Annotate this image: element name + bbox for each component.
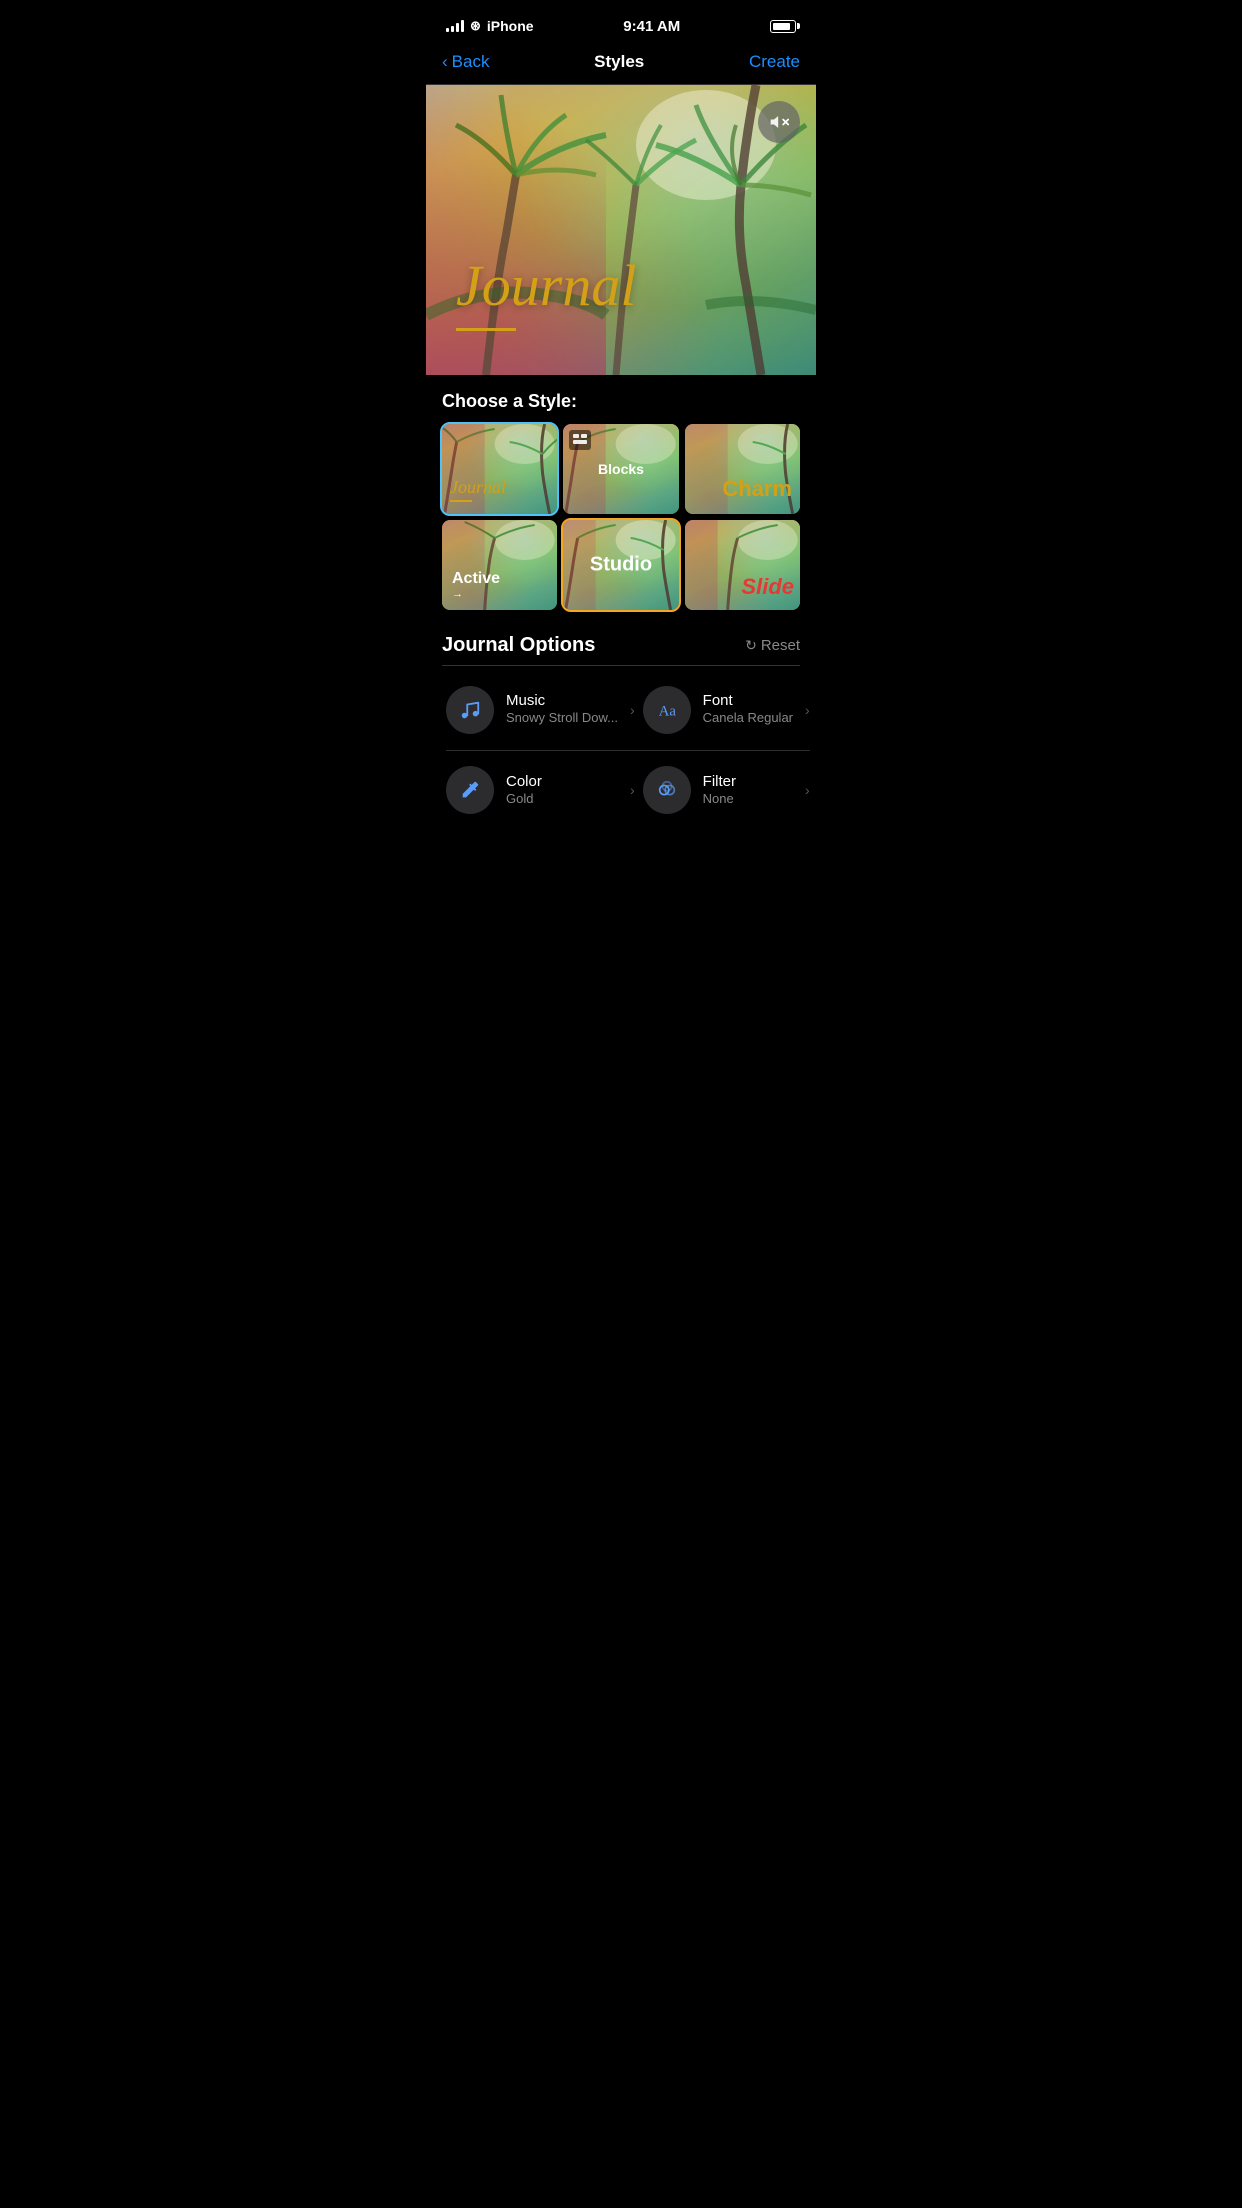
status-time: 9:41 AM — [623, 18, 680, 35]
option-filter[interactable]: Filter None › — [639, 750, 814, 830]
font-chevron-icon: › — [805, 702, 810, 718]
preview-title: Journal — [456, 257, 636, 315]
font-label: Font — [703, 692, 793, 710]
font-option-text: Font Canela Regular — [703, 692, 793, 727]
filter-label: Filter — [703, 773, 793, 791]
style-journal-line — [450, 500, 472, 502]
reset-icon: ↻ — [745, 637, 757, 654]
option-font[interactable]: Aa Font Canela Regular › — [639, 670, 814, 750]
status-bar: ⊛ iPhone 9:41 AM — [426, 0, 816, 44]
color-label: Color — [506, 773, 618, 791]
options-divider — [442, 665, 800, 666]
status-left: ⊛ iPhone — [446, 18, 534, 34]
color-option-text: Color Gold — [506, 773, 618, 808]
style-charm-label: Charm — [722, 476, 792, 502]
color-chevron-icon: › — [630, 782, 635, 798]
battery-icon — [770, 20, 796, 33]
music-value: Snowy Stroll Dow... — [506, 710, 618, 727]
option-color[interactable]: Color Gold › — [442, 750, 639, 830]
music-icon-circle — [446, 686, 494, 734]
style-journal-label: Journal — [450, 478, 506, 496]
options-header: Journal Options ↻ Reset — [442, 634, 800, 657]
create-button[interactable]: Create — [749, 52, 800, 72]
status-right — [770, 20, 796, 33]
filter-icon-circle — [643, 766, 691, 814]
font-icon-circle: Aa — [643, 686, 691, 734]
nav-title: Styles — [594, 52, 644, 72]
filter-chevron-icon: › — [805, 782, 810, 798]
chevron-left-icon: ‹ — [442, 52, 448, 72]
choose-style-heading: Choose a Style: — [442, 391, 800, 412]
style-blocks-label: Blocks — [598, 461, 644, 477]
back-label: Back — [452, 52, 490, 72]
option-music[interactable]: Music Snowy Stroll Dow... › — [442, 670, 639, 750]
signal-bars-icon — [446, 20, 464, 32]
blocks-icon-badge — [569, 430, 591, 450]
music-chevron-icon: › — [630, 702, 635, 718]
filter-option-text: Filter None — [703, 773, 793, 808]
mute-icon — [769, 112, 789, 132]
style-slide-label: Slide — [741, 574, 794, 600]
music-label: Music — [506, 692, 618, 710]
wifi-icon: ⊛ — [470, 18, 481, 34]
filter-icon — [656, 779, 678, 801]
style-active-arrow: → — [452, 588, 463, 600]
style-item-journal[interactable]: Journal — [442, 424, 557, 514]
reset-label: Reset — [761, 637, 800, 654]
preview-title-underline — [456, 328, 516, 331]
journal-options-section: Journal Options ↻ Reset Music Snowy Stro… — [426, 618, 816, 830]
carrier-label: iPhone — [487, 18, 534, 34]
options-grid: Music Snowy Stroll Dow... › Aa Font Cane… — [442, 670, 800, 831]
choose-style-section: Choose a Style: Journal — [426, 375, 816, 618]
filter-value: None — [703, 791, 793, 808]
mute-button[interactable] — [758, 101, 800, 143]
options-title: Journal Options — [442, 634, 595, 657]
style-item-active[interactable]: Active → — [442, 520, 557, 610]
music-option-text: Music Snowy Stroll Dow... — [506, 692, 618, 727]
back-button[interactable]: ‹ Back — [442, 52, 489, 72]
style-item-blocks[interactable]: Blocks — [563, 424, 678, 514]
music-icon — [459, 699, 481, 721]
blocks-badge-icon — [573, 434, 587, 444]
style-item-slide[interactable]: Slide — [685, 520, 800, 610]
eyedropper-icon — [459, 779, 481, 801]
color-value: Gold — [506, 791, 618, 808]
svg-text:Aa: Aa — [658, 703, 676, 719]
font-value: Canela Regular — [703, 710, 793, 727]
preview-area: Journal — [426, 85, 816, 375]
nav-bar: ‹ Back Styles Create — [426, 44, 816, 85]
style-item-studio[interactable]: Studio — [563, 520, 678, 610]
font-icon: Aa — [656, 699, 678, 721]
style-active-label: Active — [452, 570, 500, 588]
color-icon-circle — [446, 766, 494, 814]
style-studio-label: Studio — [590, 554, 652, 577]
reset-button[interactable]: ↻ Reset — [745, 637, 800, 654]
battery-fill — [773, 23, 790, 30]
style-item-charm[interactable]: Charm — [685, 424, 800, 514]
palm-tree-decoration — [426, 85, 816, 375]
style-grid: Journal Blocks — [442, 424, 800, 610]
